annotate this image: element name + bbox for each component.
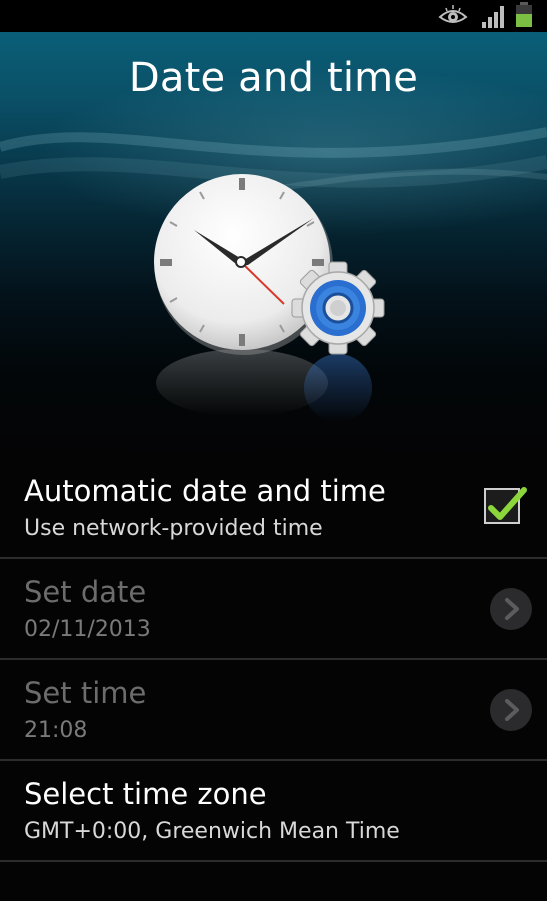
automatic-date-time-row[interactable]: Automatic date and time Use network-prov… [0,458,547,559]
automatic-date-time-checkbox[interactable] [484,487,527,524]
automatic-date-time-title: Automatic date and time [24,474,386,508]
signal-icon [481,3,509,33]
checkmark-icon [488,487,527,520]
select-time-zone-title: Select time zone [24,777,267,811]
set-time-value: 21:08 [24,718,88,743]
set-time-chevron-button[interactable] [490,689,532,731]
page-title: Date and time [128,55,419,101]
eye-icon [438,5,468,31]
battery-icon [514,1,536,33]
set-date-value: 02/11/2013 [24,617,151,642]
set-date-row[interactable]: Set date 02/11/2013 [0,559,547,660]
set-date-chevron-button[interactable] [490,588,532,630]
chevron-right-icon [505,598,519,620]
time-zone-value: GMT+0:00, Greenwich Mean Time [24,819,400,844]
chevron-right-icon [505,699,519,721]
set-time-row[interactable]: Set time 21:08 [0,660,547,761]
automatic-date-time-subtitle: Use network-provided time [24,516,323,541]
date-time-screen: Date and time Automatic date and time Us… [0,0,547,901]
set-time-title: Set time [24,676,147,710]
status-bar [0,0,547,32]
set-date-title: Set date [24,575,147,609]
select-time-zone-row[interactable]: Select time zone GMT+0:00, Greenwich Mea… [0,761,547,862]
clock-gear-icon [154,174,385,422]
settings-list: Automatic date and time Use network-prov… [0,458,547,862]
